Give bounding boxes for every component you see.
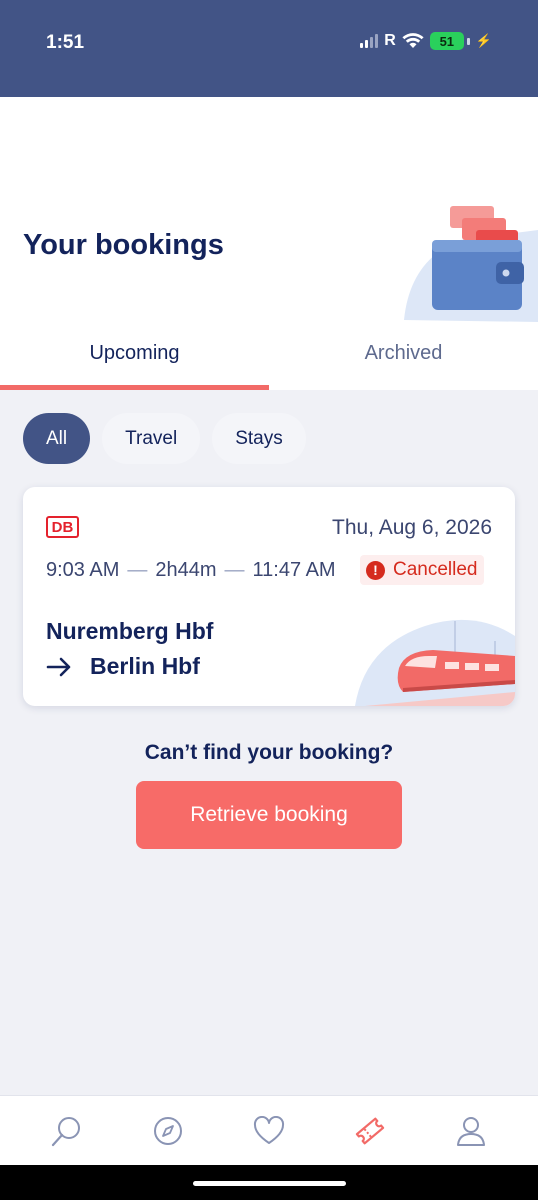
ticket-icon [356,1117,385,1144]
filter-all-chip[interactable]: All [23,413,91,464]
battery-icon: 51 [429,32,464,50]
trip-duration: 2h44m [155,559,217,581]
booking-date: Thu, Aug 6, 2026 [332,516,492,539]
filter-travel-chip[interactable]: Travel [102,413,201,464]
nav-favorites[interactable] [239,1106,299,1156]
tab-upcoming[interactable]: Upcoming [0,330,269,390]
nav-bookings[interactable] [340,1106,400,1156]
db-logo: DB [46,516,79,538]
help-question: Can’t find your booking? [144,741,394,764]
charging-icon: ⚡ [475,33,492,48]
origin-station: Nuremberg Hbf [46,618,214,644]
train-illustration-icon [355,619,515,706]
time-separator: — [127,559,148,581]
booking-card[interactable]: DB Thu, Aug 6, 2026 9:03 AM — 2h44m — 11:47 … [23,487,515,706]
filter-stays-chip[interactable]: Stays [212,413,306,464]
battery-level: 51 [439,33,455,49]
home-indicator-area [0,1165,538,1200]
signal-icon [360,34,379,48]
arrow-right-icon [46,657,71,676]
booking-times: 9:03 AM — 2h44m — 11:47 AM [46,559,361,582]
destination-station: Berlin Hbf [90,653,200,679]
wallet-illustration-icon [404,206,538,322]
battery-tip [466,37,470,45]
status-label: Cancelled [393,559,478,580]
departure-time: 9:03 AM [46,559,120,581]
profile-icon [457,1116,486,1146]
filter-chips: All Travel Stays [23,413,306,464]
search-icon [51,1116,80,1146]
time-separator: — [224,559,245,581]
status-time: 1:51 [46,32,85,53]
alert-icon: ! [366,560,385,580]
nav-explore[interactable] [138,1106,198,1156]
tab-archived[interactable]: Archived [269,330,538,390]
wifi-icon [402,33,424,48]
booking-tabs: Upcoming Archived [0,330,538,390]
page-title: Your bookings [23,229,224,261]
bottom-nav [0,1095,538,1165]
compass-icon [153,1116,182,1145]
carrier-label: R [384,32,396,49]
retrieve-booking-button[interactable]: Retrieve booking [136,781,402,849]
status-badge: ! Cancelled [360,555,484,585]
home-indicator[interactable] [193,1181,346,1186]
status-icons: R 51 ⚡ [360,32,492,50]
nav-search[interactable] [37,1106,97,1156]
nav-profile[interactable] [441,1106,501,1156]
arrival-time: 11:47 AM [252,559,336,581]
destination-row: Berlin Hbf [46,653,200,680]
heart-icon [253,1115,284,1144]
status-bar: 1:51 R 51 ⚡ [0,0,538,97]
